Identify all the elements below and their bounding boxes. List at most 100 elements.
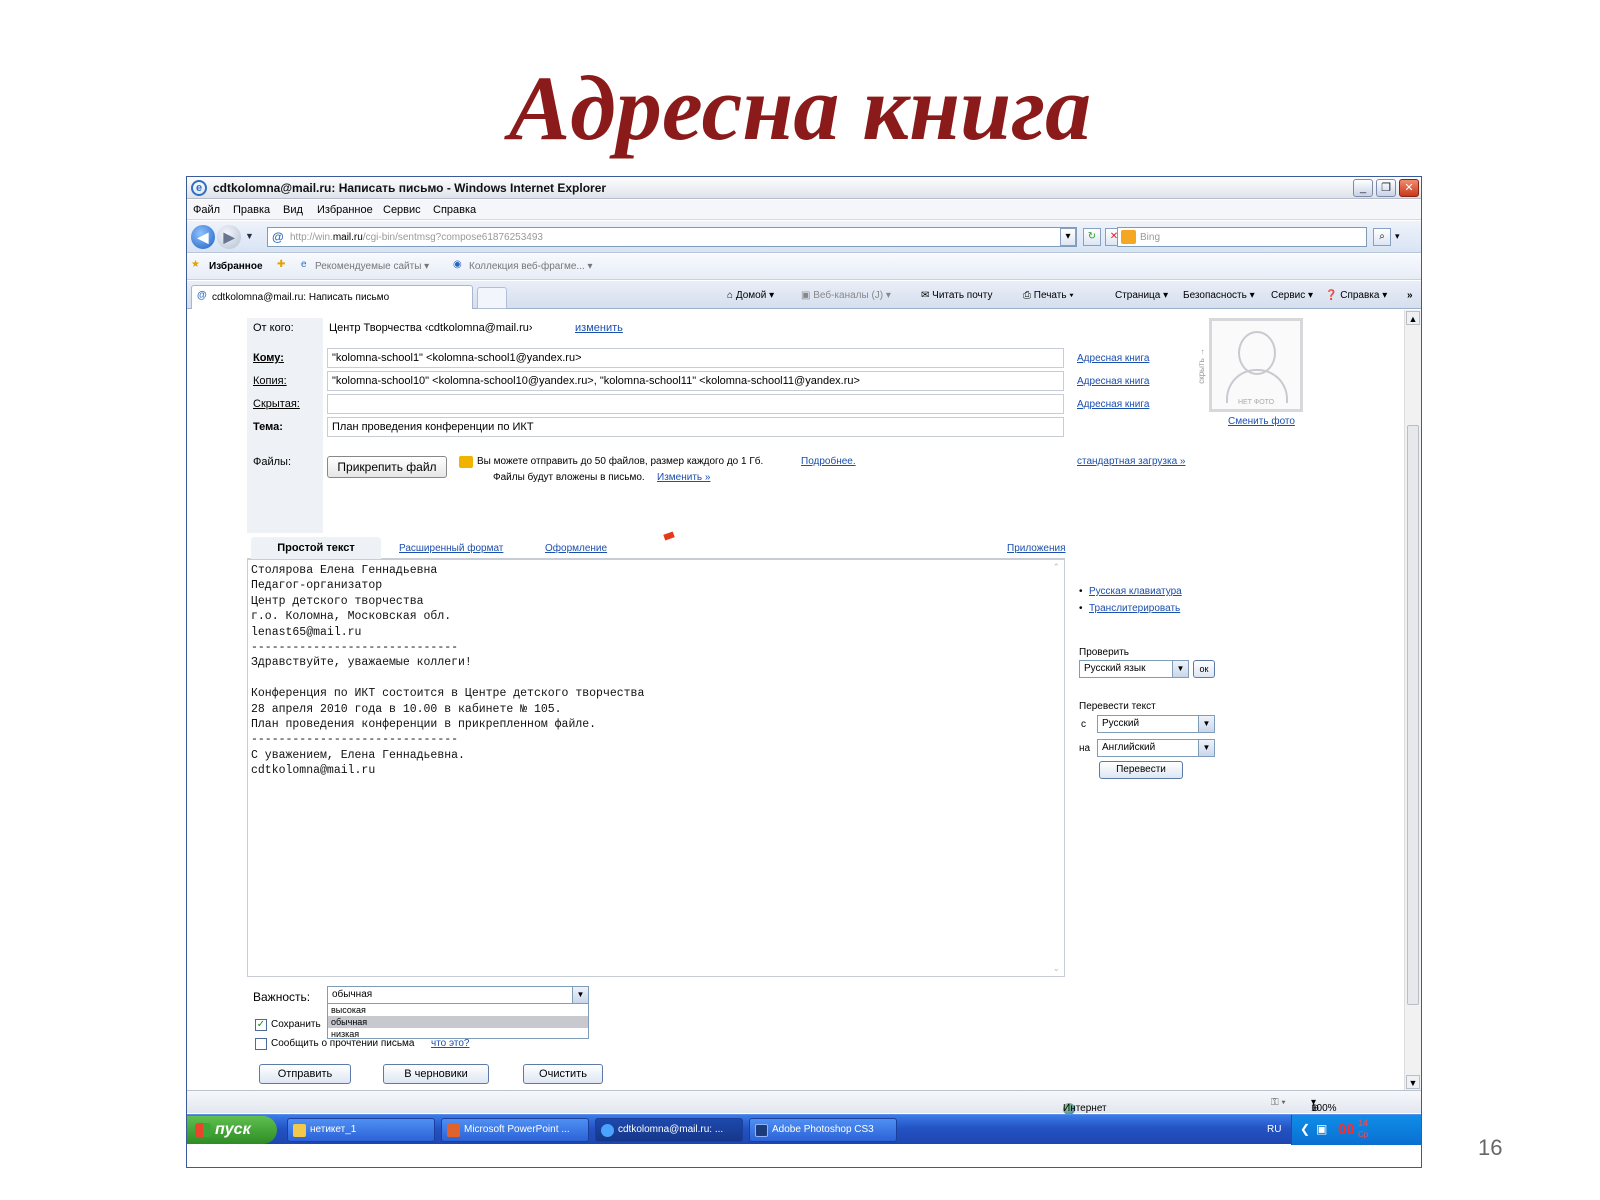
- slide-title: Адресна книга: [508, 57, 1092, 159]
- tab-rich-format[interactable]: Расширенный формат: [399, 543, 503, 554]
- zoom-control[interactable]: ⊕ 100% ▾: [1311, 1097, 1337, 1114]
- files-more-link[interactable]: Подробнее.: [801, 456, 856, 467]
- menu-tools[interactable]: Сервис: [383, 204, 421, 216]
- bcc-address-book-link[interactable]: Адресная книга: [1077, 399, 1149, 410]
- restore-button[interactable]: ❐: [1376, 179, 1396, 197]
- files-label: Файлы:: [253, 456, 292, 468]
- translate-to-prefix: на: [1079, 743, 1091, 754]
- search-options-icon[interactable]: ▾: [1395, 231, 1400, 242]
- subject-field[interactable]: План проведения конференции по ИКТ: [327, 417, 1064, 437]
- search-icon[interactable]: ⌕: [1373, 228, 1391, 246]
- menu-favorites[interactable]: Избранное: [317, 204, 373, 216]
- page-scrollbar[interactable]: ▲ ▼: [1404, 310, 1421, 1090]
- tab-plain-text[interactable]: Простой текст: [251, 537, 381, 559]
- add-favorite-icon[interactable]: ✚: [277, 259, 285, 270]
- editor-scroll-down-icon[interactable]: ⌄: [1052, 963, 1060, 974]
- standard-upload-link[interactable]: стандартная загрузка »: [1077, 456, 1185, 467]
- to-field[interactable]: "kolomna-school1" <kolomna-school1@yande…: [327, 348, 1064, 368]
- minimize-button[interactable]: _: [1353, 179, 1373, 197]
- ie-task-icon: [601, 1124, 614, 1137]
- avatar-body-icon: [1226, 369, 1288, 403]
- hide-sidebar-toggle[interactable]: скрыть →: [1197, 348, 1206, 384]
- close-button[interactable]: ✕: [1399, 179, 1419, 197]
- refresh-icon[interactable]: ↻: [1083, 228, 1101, 246]
- task-powerpoint[interactable]: Microsoft PowerPoint ...: [441, 1118, 589, 1142]
- spellcheck-ok-button[interactable]: ок: [1193, 660, 1215, 678]
- chevron-more-icon[interactable]: »: [1407, 290, 1413, 301]
- files-change-link[interactable]: Изменить »: [657, 472, 710, 483]
- home-button[interactable]: ⌂ Домой ▾: [727, 290, 774, 301]
- print-button[interactable]: ⎙ Печать ▾: [1023, 290, 1074, 301]
- priority-select[interactable]: обычная ▼: [327, 986, 589, 1004]
- favorites-item-suggested[interactable]: Рекомендуемые сайты ▾: [315, 261, 429, 272]
- feeds-button[interactable]: ▣ Веб-каналы (J) ▾: [801, 290, 891, 301]
- forward-button[interactable]: ▶: [217, 225, 241, 249]
- help-menu[interactable]: ❓ Справка ▾: [1325, 290, 1387, 301]
- menu-help[interactable]: Справка: [433, 204, 476, 216]
- bcc-field[interactable]: [327, 394, 1064, 414]
- tab-apps[interactable]: Приложения: [1007, 543, 1066, 554]
- save-draft-button[interactable]: В черновики: [383, 1064, 489, 1084]
- translate-from-select[interactable]: Русский ▼: [1097, 715, 1215, 733]
- from-change-link[interactable]: изменить: [575, 322, 623, 334]
- clear-button[interactable]: Очистить: [523, 1064, 603, 1084]
- tray-expand-icon[interactable]: ❮: [1300, 1122, 1310, 1136]
- to-label[interactable]: Кому:: [253, 352, 284, 364]
- page-menu[interactable]: Страница ▾: [1115, 290, 1168, 301]
- menu-view[interactable]: Вид: [283, 204, 303, 216]
- russian-keyboard-link[interactable]: Русская клавиатура: [1089, 586, 1182, 597]
- editor-scroll-up-icon[interactable]: ⌃: [1052, 562, 1060, 573]
- translate-to-select[interactable]: Английский ▼: [1097, 739, 1215, 757]
- search-input[interactable]: Bing: [1117, 227, 1367, 247]
- new-tab-button[interactable]: [477, 287, 507, 309]
- url-dropdown-icon[interactable]: ▾: [1060, 228, 1076, 246]
- protected-mode-icon[interactable]: ⚿ ▾: [1271, 1097, 1286, 1108]
- scroll-thumb[interactable]: [1407, 425, 1419, 1005]
- language-indicator[interactable]: RU: [1267, 1124, 1281, 1135]
- back-button[interactable]: ◀: [191, 225, 215, 249]
- network-icon[interactable]: ▣: [1316, 1122, 1327, 1136]
- spellcheck-language-value: Русский язык: [1084, 663, 1146, 674]
- read-mail-button[interactable]: ✉ Читать почту: [921, 290, 992, 301]
- attach-file-button[interactable]: Прикрепить файл: [327, 456, 447, 478]
- scroll-down-icon[interactable]: ▼: [1406, 1075, 1420, 1089]
- task-netiket[interactable]: нетикет_1: [287, 1118, 435, 1142]
- save-copy-checkbox[interactable]: ✓: [255, 1019, 267, 1031]
- status-bar: Интернет ⚿ ▾ ⊕ 100% ▾: [187, 1090, 1421, 1115]
- priority-option-normal[interactable]: обычная: [328, 1016, 588, 1028]
- address-bar: ◀ ▶ ▼ @ http://win.mail.ru/cgi-bin/sentm…: [187, 221, 1421, 253]
- spellcheck-language-select[interactable]: Русский язык ▼: [1079, 660, 1189, 678]
- transliterate-link[interactable]: Транслитерировать: [1089, 603, 1180, 614]
- favorites-button[interactable]: Избранное: [209, 261, 263, 272]
- change-photo-link[interactable]: Сменить фото: [1228, 416, 1295, 427]
- priority-option-high[interactable]: высокая: [328, 1004, 588, 1016]
- avatar[interactable]: НЕТ ФОТО: [1209, 318, 1303, 412]
- files-info-text-2: Файлы будут вложены в письмо.: [493, 472, 645, 483]
- translate-button[interactable]: Перевести: [1099, 761, 1183, 779]
- cc-label[interactable]: Копия:: [253, 375, 287, 387]
- url-input[interactable]: @ http://win.mail.ru/cgi-bin/sentmsg?com…: [267, 227, 1077, 247]
- send-button[interactable]: Отправить: [259, 1064, 351, 1084]
- task-ie[interactable]: cdtkolomna@mail.ru: ...: [595, 1118, 743, 1142]
- bcc-label[interactable]: Скрытая:: [253, 398, 300, 410]
- start-button[interactable]: пуск: [187, 1116, 277, 1144]
- history-dropdown-icon[interactable]: ▼: [245, 231, 254, 241]
- spellcheck-label: Проверить: [1079, 647, 1130, 658]
- menu-file[interactable]: Файл: [193, 204, 220, 216]
- tools-menu[interactable]: Сервис ▾: [1271, 290, 1313, 301]
- cc-address-book-link[interactable]: Адресная книга: [1077, 376, 1149, 387]
- whats-this-link[interactable]: что это?: [431, 1038, 470, 1049]
- favorites-item-webslice[interactable]: Коллекция веб-фрагме... ▾: [469, 261, 593, 272]
- tab-design[interactable]: Оформление: [545, 543, 607, 554]
- task-photoshop[interactable]: Adobe Photoshop CS3: [749, 1118, 897, 1142]
- tab-compose[interactable]: @ cdtkolomna@mail.ru: Написать письмо: [191, 285, 473, 309]
- chevron-down-icon: ▼: [1172, 661, 1188, 677]
- cc-field[interactable]: "kolomna-school10" <kolomna-school10@yan…: [327, 371, 1064, 391]
- scroll-up-icon[interactable]: ▲: [1406, 311, 1420, 325]
- menu-edit[interactable]: Правка: [233, 204, 270, 216]
- message-body-editor[interactable]: Столярова Елена Геннадьевна Педагог-орга…: [247, 559, 1065, 977]
- to-address-book-link[interactable]: Адресная книга: [1077, 353, 1149, 364]
- notify-checkbox[interactable]: [255, 1038, 267, 1050]
- safety-menu[interactable]: Безопасность ▾: [1183, 290, 1255, 301]
- browser-window: e cdtkolomna@mail.ru: Написать письмо - …: [186, 176, 1422, 1168]
